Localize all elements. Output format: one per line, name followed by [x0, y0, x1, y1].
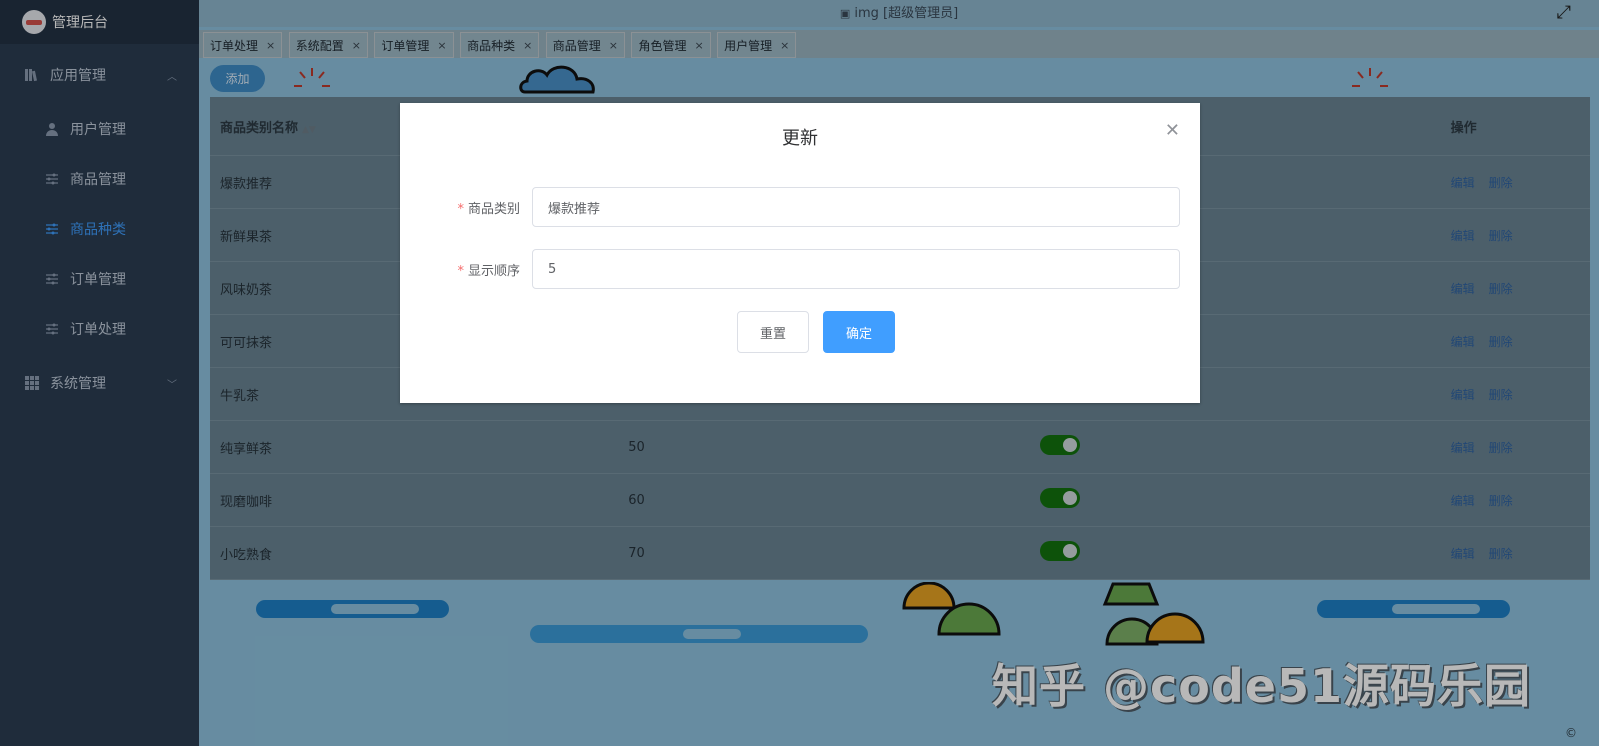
update-dialog: 更新 ✕ * 商品类别 爆款推荐 * 显示顺序 5 重置 确定 [400, 103, 1200, 403]
required-mark: * [457, 263, 464, 279]
field-label: * 商品类别 [457, 201, 520, 217]
confirm-button[interactable]: 确定 [823, 311, 895, 353]
category-name-input[interactable]: 爆款推荐 [532, 187, 1180, 227]
form-row-sort-order: * 显示顺序 5 [440, 249, 1180, 289]
sort-order-input[interactable]: 5 [532, 249, 1180, 289]
close-icon[interactable]: ✕ [1165, 120, 1180, 141]
reset-button[interactable]: 重置 [737, 311, 809, 353]
form-row-category: * 商品类别 爆款推荐 [440, 187, 1180, 227]
dialog-title: 更新 [782, 128, 818, 149]
dialog-actions: 重置 确定 [400, 311, 1200, 353]
required-mark: * [457, 201, 464, 217]
field-label: * 显示顺序 [457, 263, 520, 279]
